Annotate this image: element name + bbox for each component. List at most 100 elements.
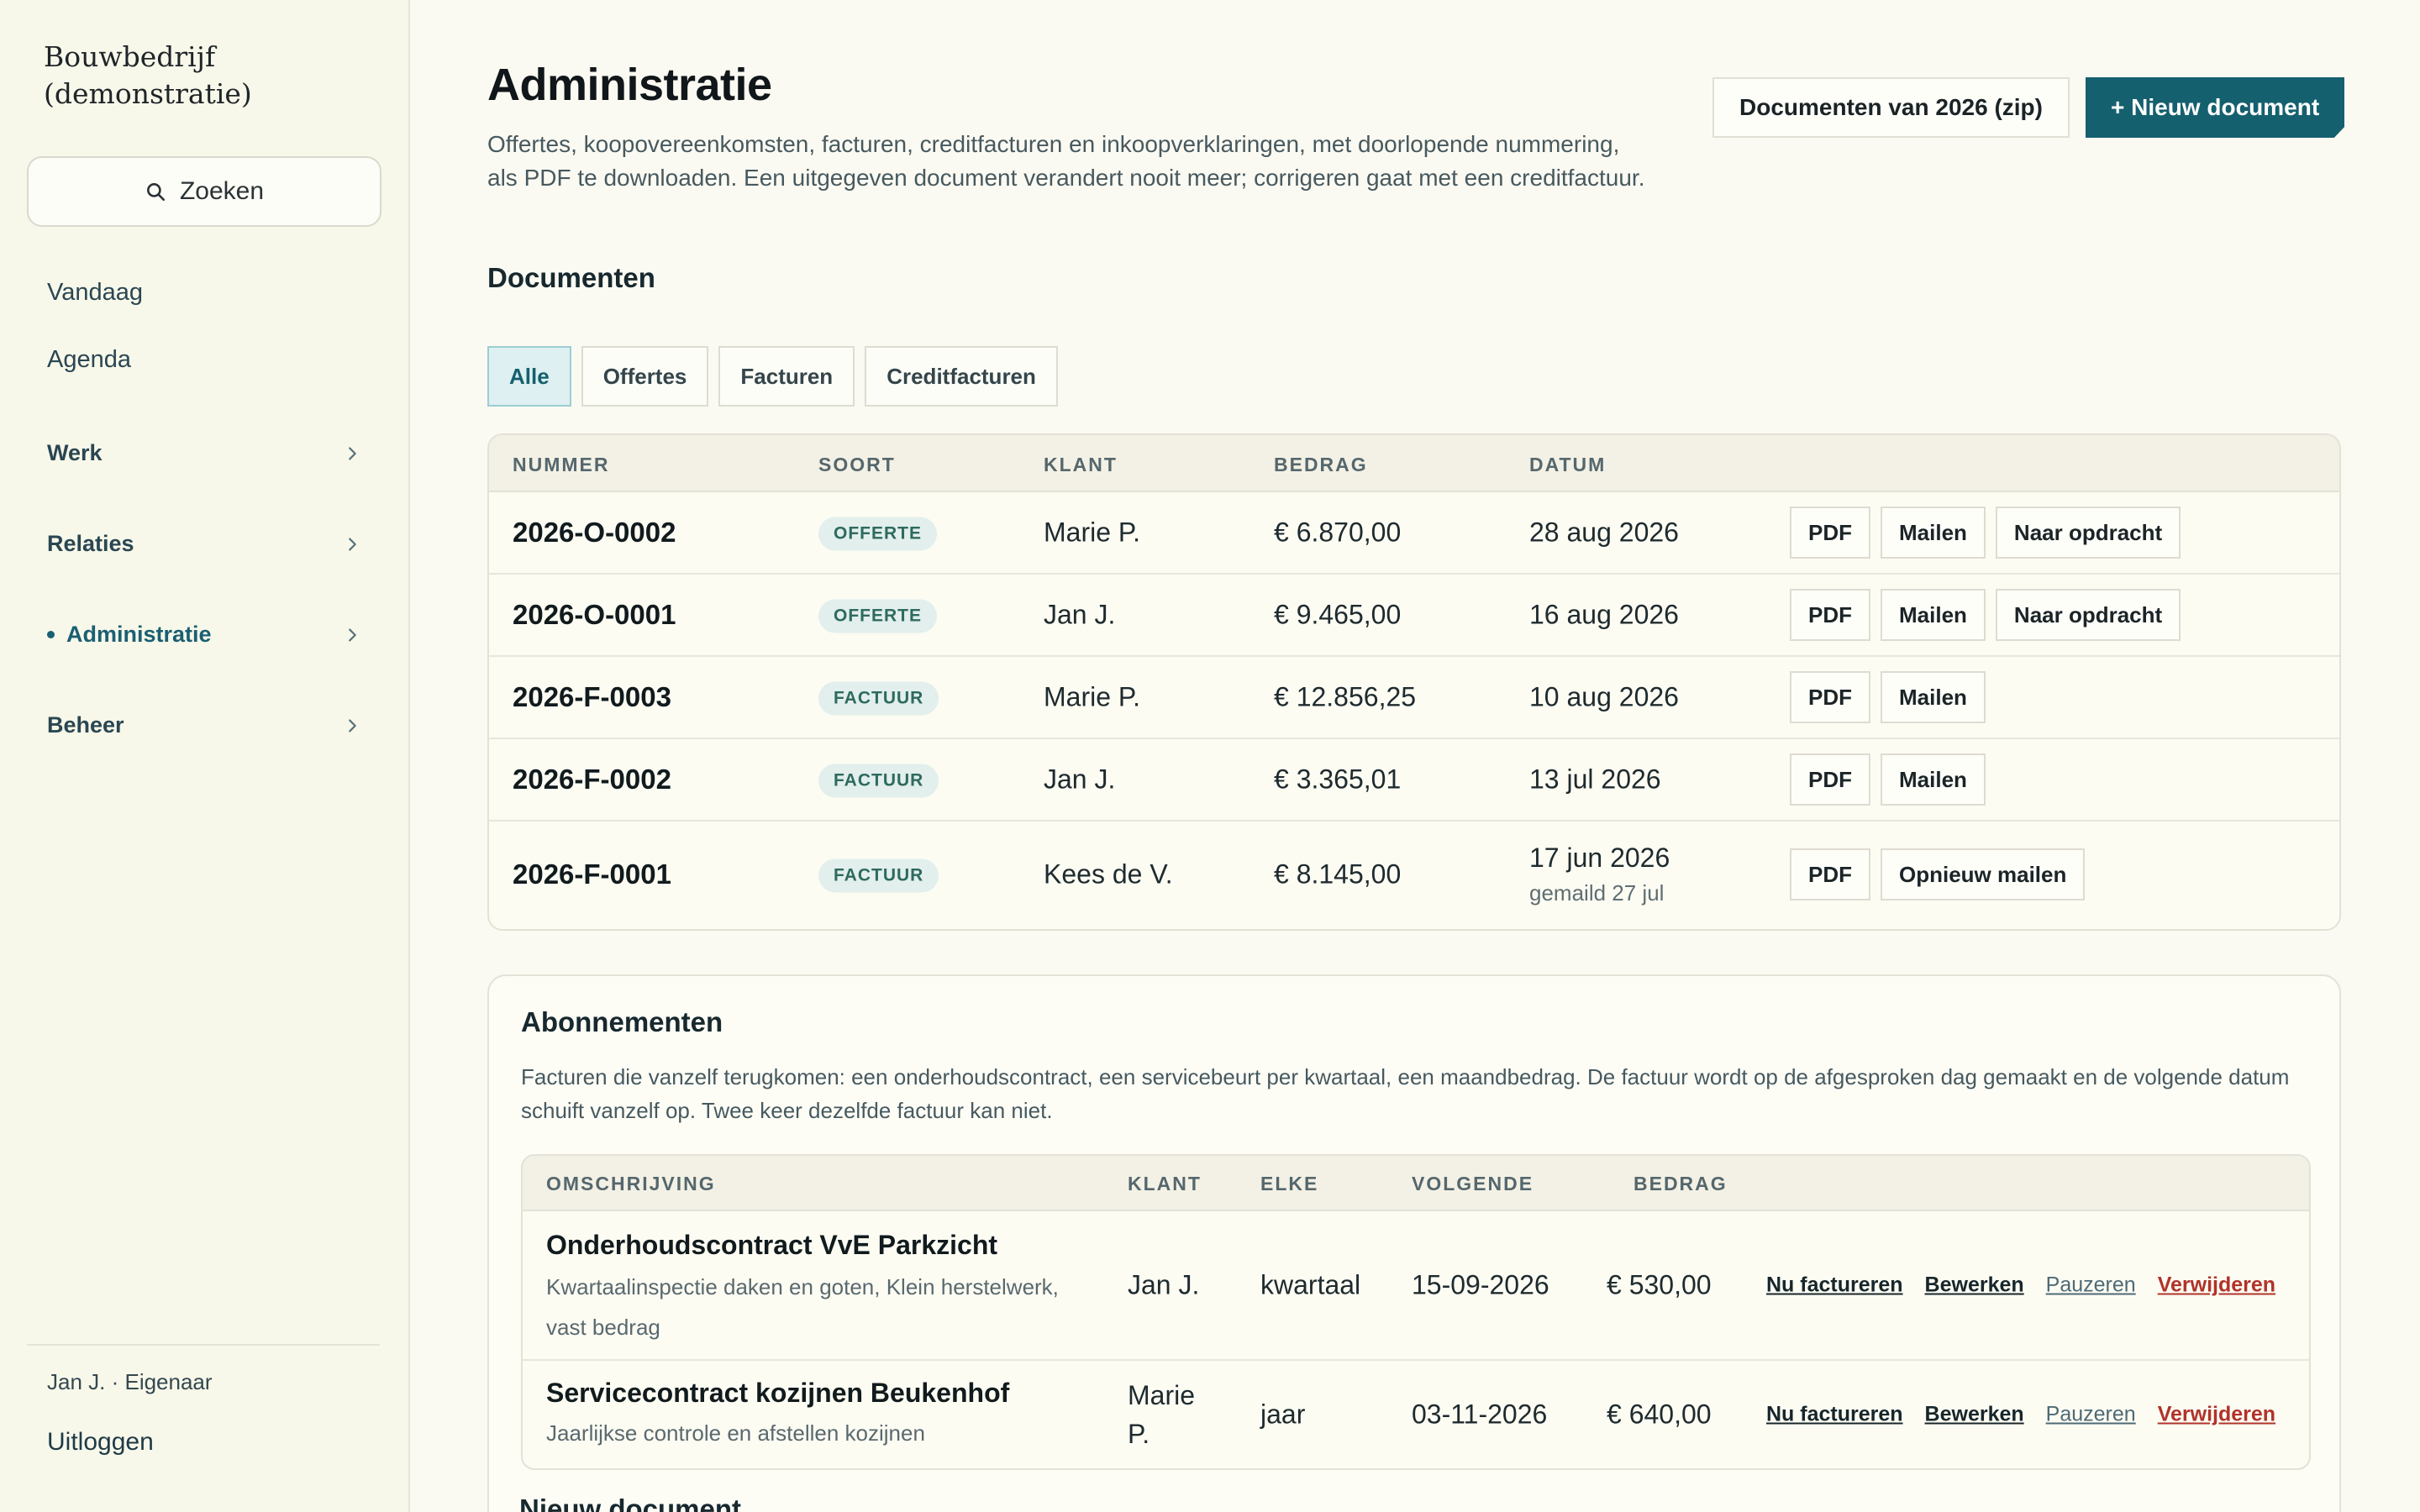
- logout-link[interactable]: Uitloggen: [47, 1428, 154, 1457]
- page-description: Offertes, koopovereenkomsten, facturen, …: [487, 131, 1645, 191]
- row-actions: Nu factureren Bewerken Pauzeren Verwijde…: [1766, 1273, 2275, 1298]
- document-number[interactable]: 2026-O-0001: [513, 599, 676, 631]
- column-header: OMSCHRIJVING: [546, 1173, 716, 1194]
- sidebar-item-vandaag[interactable]: Vandaag: [47, 279, 361, 307]
- search-icon: [146, 183, 166, 202]
- chevron-right-icon: [349, 446, 356, 460]
- subscription-note: Kwartaalinspectie daken en goten, Klein …: [546, 1274, 1059, 1340]
- filter-credit-invoices[interactable]: Creditfacturen: [865, 346, 1058, 407]
- sidebar-item-beheer[interactable]: Beheer: [47, 712, 361, 738]
- type-badge: OFFERTE: [818, 517, 937, 551]
- remail-button[interactable]: Opnieuw mailen: [1881, 848, 2086, 900]
- document-number[interactable]: 2026-F-0003: [513, 681, 671, 713]
- amount: € 3.365,01: [1274, 764, 1402, 795]
- download-zip-button[interactable]: Documenten van 2026 (zip): [1712, 77, 2070, 138]
- sidebar-item-werk[interactable]: Werk: [47, 440, 361, 466]
- chevron-right-icon: [349, 718, 356, 732]
- column-header: SOORT: [818, 454, 896, 475]
- filter-all[interactable]: Alle: [487, 346, 571, 407]
- column-header: BEDRAG: [1634, 1173, 1728, 1194]
- documents-section-title: Documenten: [487, 262, 655, 293]
- mailed-note: gemaild 27 jul: [1529, 880, 1665, 906]
- row-actions: PDF Mailen Naar opdracht: [1790, 589, 2181, 641]
- pdf-button[interactable]: PDF: [1790, 507, 1870, 559]
- column-header: DATUM: [1529, 454, 1607, 475]
- subscription-name: Servicecontract kozijnen Beukenhof: [546, 1378, 1010, 1408]
- delete-link[interactable]: Verwijderen: [2158, 1273, 2275, 1298]
- row-actions: Nu factureren Bewerken Pauzeren Verwijde…: [1766, 1403, 2275, 1427]
- search-button[interactable]: Zoeken: [27, 156, 381, 227]
- amount: € 530,00: [1607, 1269, 1712, 1300]
- new-document-section-title: Nieuw document: [519, 1494, 742, 1512]
- mail-button[interactable]: Mailen: [1881, 671, 1986, 723]
- column-header: NUMMER: [513, 454, 610, 475]
- table-row: Onderhoudscontract VvE Parkzicht Kwartaa…: [523, 1211, 2309, 1361]
- row-actions: PDF Mailen Naar opdracht: [1790, 507, 2181, 559]
- date: 17 jun 2026: [1529, 843, 1670, 873]
- edit-link[interactable]: Bewerken: [1925, 1273, 2024, 1298]
- brand-logo[interactable]: Bouwbedrijf (demonstratie): [44, 39, 346, 113]
- filter-quotes[interactable]: Offertes: [581, 346, 709, 407]
- client-name: Jan J.: [1044, 599, 1116, 630]
- subscriptions-table: OMSCHRIJVING KLANT ELKE VOLGENDE BEDRAG …: [521, 1154, 2311, 1470]
- to-order-button[interactable]: Naar opdracht: [1995, 589, 2181, 641]
- type-badge: FACTUUR: [818, 681, 939, 716]
- document-number[interactable]: 2026-O-0002: [513, 517, 676, 549]
- table-row: 2026-O-0001 OFFERTE Jan J. € 9.465,00 16…: [489, 575, 2339, 657]
- table-row: 2026-O-0002 OFFERTE Marie P. € 6.870,00 …: [489, 492, 2339, 575]
- subscription-name: Onderhoudscontract VvE Parkzicht: [546, 1230, 998, 1260]
- column-header: VOLGENDE: [1412, 1173, 1534, 1194]
- amount: € 640,00: [1607, 1399, 1712, 1430]
- sidebar: Bouwbedrijf (demonstratie) Zoeken Vandaa…: [0, 0, 410, 1512]
- interval: kwartaal: [1260, 1269, 1361, 1300]
- sidebar-item-relaties[interactable]: Relaties: [47, 531, 361, 557]
- pdf-button[interactable]: PDF: [1790, 753, 1870, 806]
- sidebar-item-label: Werk: [47, 440, 103, 465]
- pdf-button[interactable]: PDF: [1790, 671, 1870, 723]
- pause-link[interactable]: Pauzeren: [2046, 1403, 2136, 1427]
- current-user: Jan J. · Eigenaar: [47, 1369, 213, 1394]
- pdf-button[interactable]: PDF: [1790, 848, 1870, 900]
- mail-button[interactable]: Mailen: [1881, 589, 1986, 641]
- column-header: ELKE: [1260, 1173, 1319, 1194]
- column-header: BEDRAG: [1274, 454, 1368, 475]
- next-date: 15-09-2026: [1412, 1269, 1549, 1300]
- chevron-right-icon: [349, 537, 356, 551]
- to-order-button[interactable]: Naar opdracht: [1995, 507, 2181, 559]
- document-number[interactable]: 2026-F-0002: [513, 764, 671, 795]
- invoice-now-link[interactable]: Nu factureren: [1766, 1273, 1903, 1298]
- client-name: Marie P.: [1044, 681, 1141, 712]
- delete-link[interactable]: Verwijderen: [2158, 1403, 2275, 1427]
- document-number[interactable]: 2026-F-0001: [513, 858, 671, 890]
- amount: € 6.870,00: [1274, 517, 1402, 548]
- edit-link[interactable]: Bewerken: [1925, 1403, 2024, 1427]
- row-actions: PDF Opnieuw mailen: [1790, 848, 2086, 900]
- client-name: Marie P.: [1128, 1380, 1196, 1449]
- main-content: Administratie Offertes, koopovereenkomst…: [410, 0, 2420, 1512]
- chevron-right-icon: [349, 627, 356, 642]
- type-badge: FACTUUR: [818, 858, 939, 893]
- pdf-button[interactable]: PDF: [1790, 589, 1870, 641]
- filter-invoices[interactable]: Facturen: [718, 346, 855, 407]
- column-header: KLANT: [1128, 1173, 1202, 1194]
- mail-button[interactable]: Mailen: [1881, 753, 1986, 806]
- type-badge: FACTUUR: [818, 764, 939, 798]
- sidebar-item-label: Administratie: [66, 622, 212, 647]
- pause-link[interactable]: Pauzeren: [2046, 1273, 2136, 1298]
- document-filters: Alle Offertes Facturen Creditfacturen: [487, 346, 1058, 407]
- date: 13 jul 2026: [1529, 764, 1661, 795]
- next-date: 03-11-2026: [1412, 1399, 1548, 1430]
- date: 10 aug 2026: [1529, 681, 1679, 712]
- brand-line-2: (demonstratie): [44, 77, 252, 110]
- subscriptions-description: Facturen die vanzelf terugkomen: een ond…: [521, 1064, 2290, 1123]
- sidebar-item-label: Beheer: [47, 712, 124, 738]
- invoice-now-link[interactable]: Nu factureren: [1766, 1403, 1903, 1427]
- brand-line-1: Bouwbedrijf: [44, 40, 216, 73]
- sidebar-item-agenda[interactable]: Agenda: [47, 346, 361, 374]
- sidebar-item-administratie[interactable]: Administratie: [47, 622, 361, 648]
- subscription-note: Jaarlijkse controle en afstellen kozijne…: [546, 1420, 925, 1446]
- new-document-button[interactable]: + Nieuw document: [2086, 77, 2345, 138]
- mail-button[interactable]: Mailen: [1881, 507, 1986, 559]
- sidebar-item-label: Vandaag: [47, 279, 143, 306]
- table-row: 2026-F-0001 FACTUUR Kees de V. € 8.145,0…: [489, 822, 2339, 927]
